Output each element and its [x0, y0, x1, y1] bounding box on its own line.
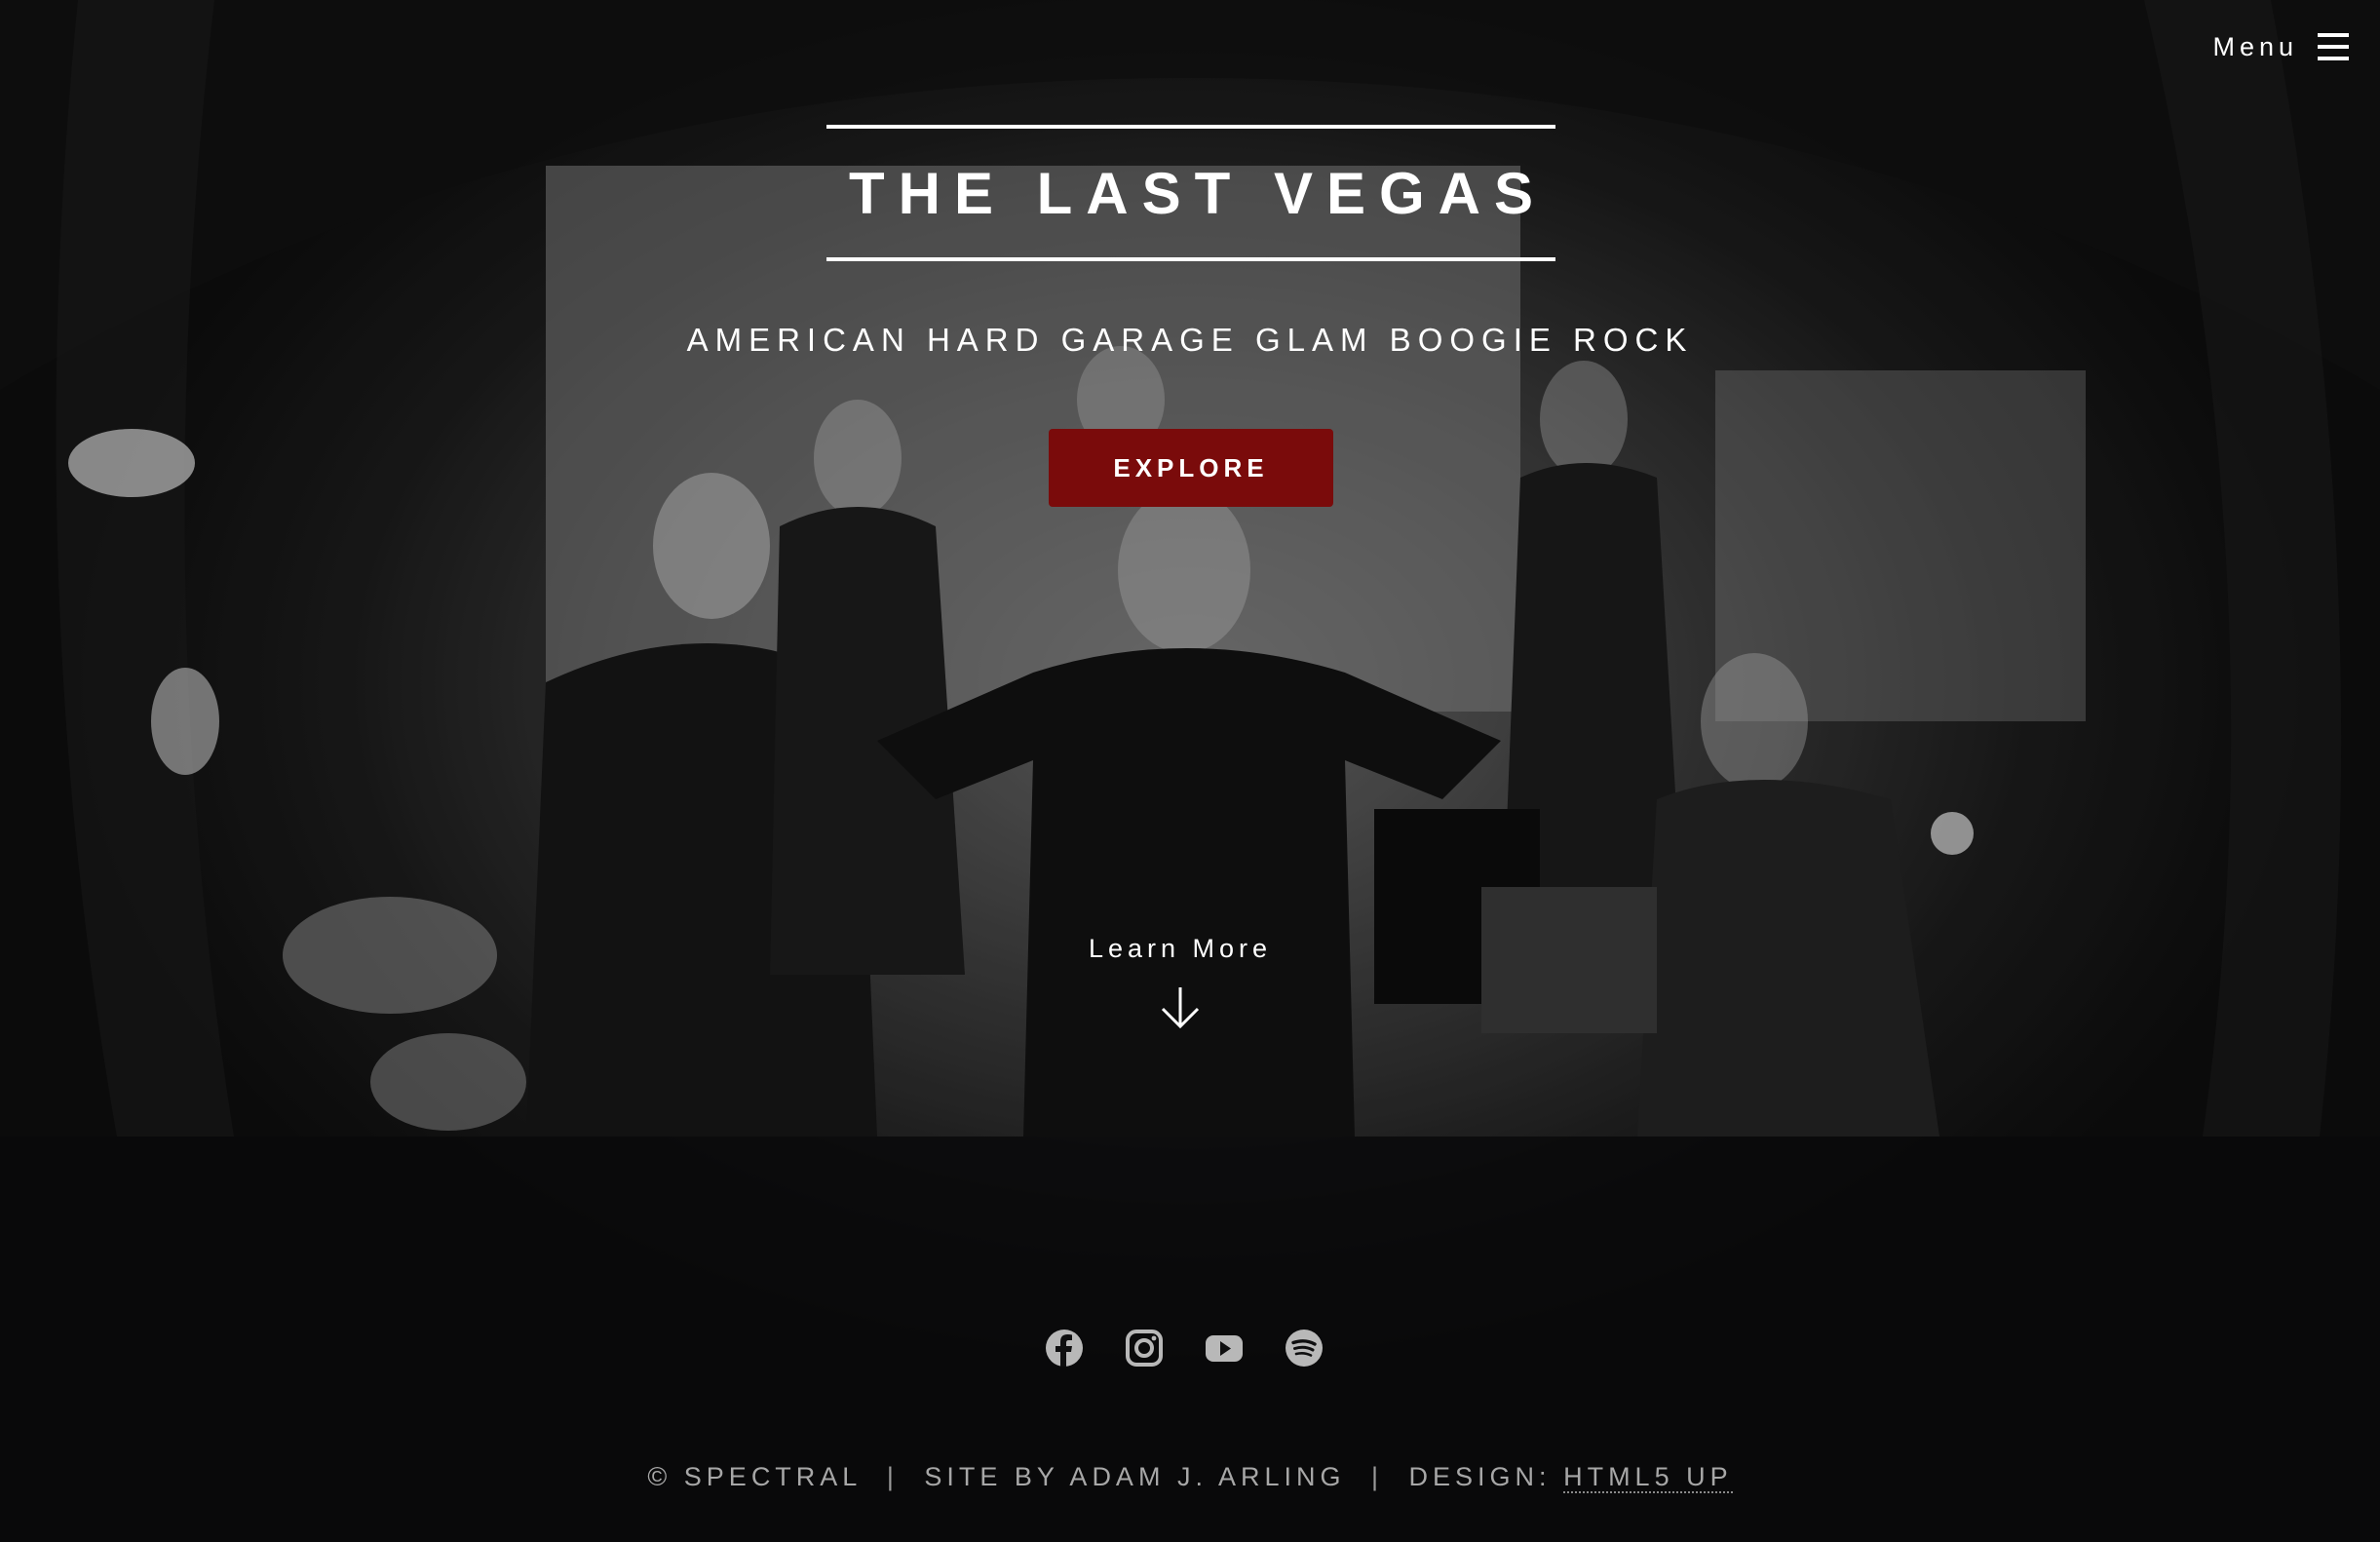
- site-title-frame: The Last Vegas: [826, 125, 1555, 261]
- explore-button[interactable]: Explore: [1049, 429, 1333, 507]
- facebook-link[interactable]: [1044, 1328, 1085, 1369]
- instagram-link[interactable]: [1124, 1328, 1165, 1369]
- spotify-link[interactable]: [1284, 1328, 1324, 1369]
- social-icons: [1044, 1328, 1324, 1369]
- site-credit: Site by Adam J. Arling: [924, 1462, 1346, 1491]
- separator: |: [1371, 1462, 1384, 1491]
- html5-up-link[interactable]: HTML5 UP: [1563, 1462, 1733, 1493]
- design-label: Design:: [1408, 1462, 1552, 1491]
- spotify-icon: [1286, 1330, 1323, 1367]
- menu-button[interactable]: Menu: [2212, 27, 2349, 66]
- site-title: The Last Vegas: [848, 160, 1548, 226]
- youtube-icon: [1206, 1335, 1243, 1362]
- site-tagline: American Hard Garage Glam Boogie Rock: [686, 322, 1694, 358]
- copyright-line: © Spectral | Site by Adam J. Arling | De…: [0, 1462, 2380, 1493]
- instagram-icon: [1126, 1330, 1163, 1367]
- learn-more-label: Learn More: [1088, 934, 1273, 963]
- copyright-text: © Spectral: [647, 1462, 862, 1491]
- youtube-link[interactable]: [1204, 1328, 1245, 1369]
- facebook-icon: [1046, 1330, 1083, 1367]
- menu-label: Menu: [2212, 31, 2298, 61]
- hamburger-icon: [2318, 33, 2349, 60]
- learn-more-link[interactable]: Learn More: [985, 934, 1375, 1051]
- arrow-down-icon: [1161, 987, 1200, 1029]
- separator: |: [886, 1462, 899, 1491]
